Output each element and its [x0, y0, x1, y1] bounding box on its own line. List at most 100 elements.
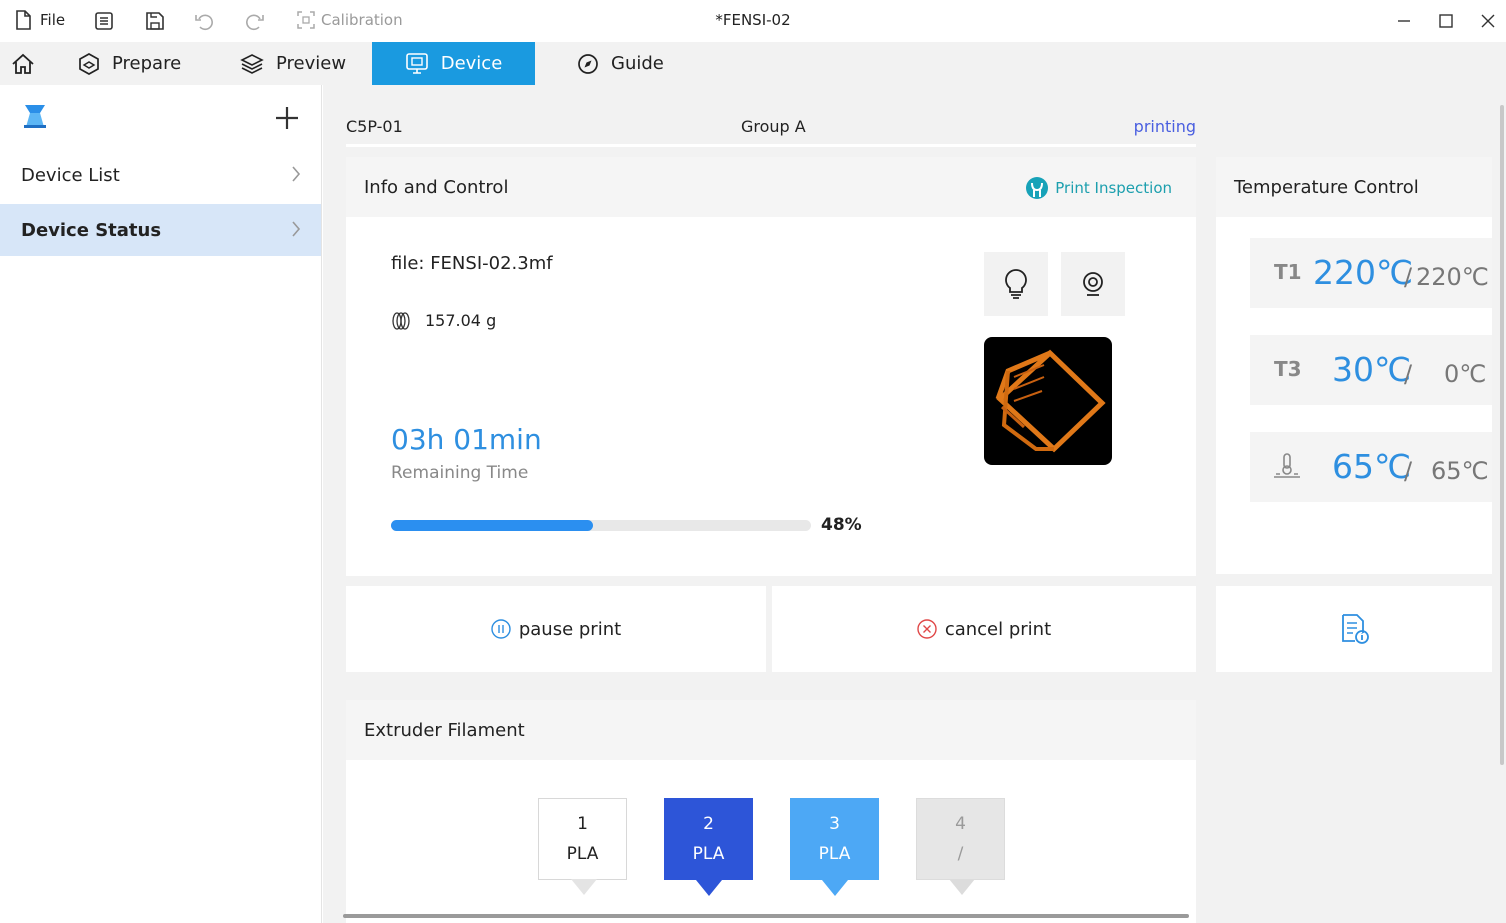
inspection-icon [1026, 177, 1049, 199]
redo-icon[interactable] [244, 10, 266, 32]
filament-slot-2[interactable]: 2 PLA [664, 798, 753, 896]
camera-button[interactable] [1061, 252, 1125, 316]
tab-preview[interactable]: Preview [240, 42, 346, 85]
extruder-filament-header: Extruder Filament [346, 700, 1196, 760]
tab-prepare-label: Prepare [112, 53, 182, 74]
bed-temperature-icon [1272, 452, 1302, 484]
lightbulb-icon [1005, 269, 1027, 299]
horizontal-scrollbar[interactable] [343, 914, 1189, 918]
calibration-icon [297, 11, 315, 29]
save-icon[interactable] [144, 10, 166, 32]
temp-label: T3 [1274, 357, 1302, 381]
filament-slot-3[interactable]: 3 PLA [790, 798, 879, 896]
filament-slot-1[interactable]: 1 PLA [538, 798, 627, 895]
temp-current: 65℃ [1332, 447, 1412, 486]
progress-fill [391, 520, 593, 531]
prepare-icon [79, 52, 99, 75]
slot-pointer [949, 879, 975, 895]
temp-target: 65℃ [1431, 457, 1489, 485]
slot-index: 3 [829, 814, 840, 834]
slot-material: PLA [692, 844, 725, 864]
file-menu[interactable]: File [14, 0, 65, 40]
panel-title: Info and Control [364, 176, 509, 198]
temperature-panel: Temperature Control T1 220℃ / 220℃ T3 30… [1216, 157, 1492, 574]
document-info-icon [1342, 614, 1369, 644]
model-thumbnail [984, 337, 1112, 465]
maximize-button[interactable] [1433, 8, 1459, 34]
sidebar-item-label: Device List [21, 164, 120, 186]
tab-guide[interactable]: Guide [577, 42, 664, 85]
temp-target: 220℃ [1416, 263, 1489, 291]
filament-weight-value: 157.04 g [425, 311, 497, 330]
chevron-right-icon [292, 166, 301, 182]
file-menu-label: File [40, 11, 66, 29]
window-title: *FENSI-02 [715, 11, 791, 29]
temp-separator: / [1404, 457, 1413, 485]
minimize-button[interactable] [1391, 8, 1417, 34]
extruder-filament-panel: Extruder Filament [346, 700, 1196, 923]
sidebar-item-device-status[interactable]: Device Status [0, 204, 321, 256]
device-header: C5P-01 Group A printing [346, 107, 1196, 147]
remaining-time-label: Remaining Time [391, 463, 529, 483]
chevron-right-icon [292, 221, 301, 237]
tab-preview-label: Preview [276, 53, 347, 74]
model-preview-image [995, 349, 1106, 453]
vertical-scrollbar[interactable] [1500, 105, 1504, 765]
home-icon [12, 53, 34, 74]
print-info-button[interactable] [1216, 586, 1492, 672]
title-bar: File Calibration *FENSI-02 [0, 0, 1506, 42]
temp-current: 220℃ [1313, 253, 1414, 292]
info-control-header: Info and Control Print Inspection [346, 157, 1196, 217]
temp-card-t1[interactable]: T1 220℃ / 220℃ [1250, 238, 1492, 308]
camera-icon [1083, 272, 1103, 296]
layers-icon [240, 53, 264, 74]
cancel-print-label: cancel print [944, 618, 1052, 640]
device-name: C5P-01 [346, 117, 403, 136]
tab-device-label: Device [440, 53, 503, 74]
calibration-button[interactable]: Calibration [297, 0, 403, 40]
print-inspection-button[interactable]: Print Inspection [1025, 176, 1172, 200]
home-tab[interactable] [8, 42, 38, 85]
info-control-panel: Info and Control Print Inspection file: … [346, 157, 1196, 576]
main-content: C5P-01 Group A printing Info and Control… [323, 85, 1506, 923]
plus-icon [276, 107, 298, 129]
pause-print-label: pause print [518, 618, 622, 640]
temperature-header: Temperature Control [1216, 157, 1492, 217]
slot-pointer [571, 879, 597, 895]
temp-card-t3[interactable]: T3 30℃ / 0℃ [1250, 335, 1492, 405]
panel-title: Extruder Filament [364, 719, 525, 741]
slot-material: PLA [566, 844, 599, 864]
minimize-icon [1398, 20, 1410, 22]
sidebar: Device List Device Status [0, 85, 322, 923]
temp-target: 0℃ [1444, 360, 1487, 388]
add-device-button[interactable] [274, 105, 300, 131]
undo-icon[interactable] [193, 10, 215, 32]
temp-card-bed[interactable]: 65℃ / 65℃ [1250, 432, 1492, 502]
sidebar-item-device-list[interactable]: Device List [0, 149, 321, 201]
panel-title: Temperature Control [1234, 176, 1419, 198]
filament-slot-4[interactable]: 4 / [916, 798, 1005, 895]
temp-separator: / [1404, 360, 1413, 388]
light-button[interactable] [984, 252, 1048, 316]
list-icon[interactable] [93, 10, 115, 32]
tab-device[interactable]: Device [372, 42, 535, 85]
device-icon [405, 52, 428, 74]
file-name: file: FENSI-02.3mf [391, 253, 553, 274]
cancel-icon [917, 619, 937, 639]
print-inspection-label: Print Inspection [1055, 179, 1172, 197]
slot-index: 4 [955, 814, 966, 834]
temp-current: 30℃ [1332, 350, 1412, 389]
cancel-print-button[interactable]: cancel print [772, 586, 1196, 672]
tab-prepare[interactable]: Prepare [78, 42, 181, 85]
close-button[interactable] [1475, 8, 1501, 34]
temp-label: T1 [1274, 260, 1302, 284]
progress-percent: 48% [821, 515, 862, 535]
slot-material: / [957, 844, 964, 864]
progress-bar [391, 520, 811, 531]
filament-spool-icon [392, 311, 410, 330]
slot-index: 1 [577, 814, 588, 834]
slot-index: 2 [703, 814, 714, 834]
pause-print-button[interactable]: pause print [346, 586, 766, 672]
sidebar-item-label: Device Status [21, 219, 162, 241]
main-menu-bar: Prepare Preview Device Guide [0, 42, 1506, 85]
